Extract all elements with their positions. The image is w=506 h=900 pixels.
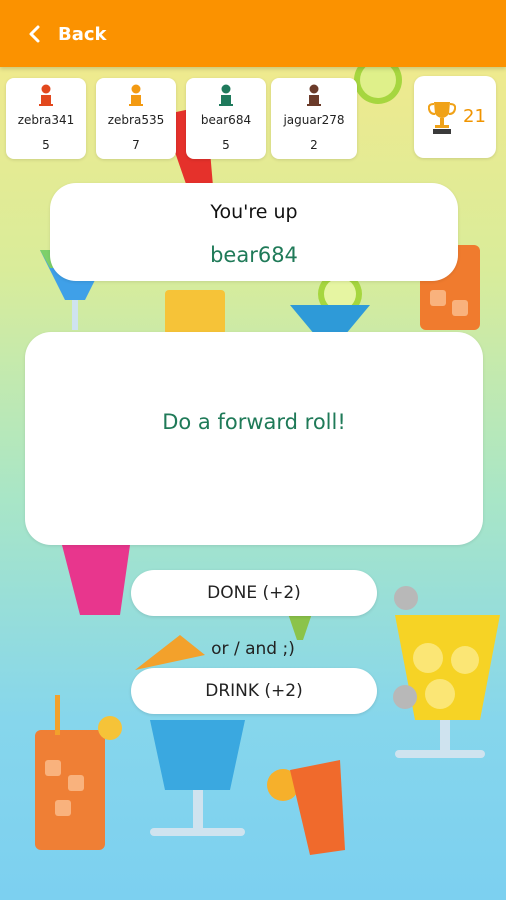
pawn-icon [219,84,233,106]
current-player-name: bear684 [210,243,298,267]
player-card-zebra535: zebra535 7 [96,78,176,159]
goal-score-value: 21 [463,106,486,127]
player-name: bear684 [200,113,252,127]
player-card-zebra341: zebra341 5 [6,78,86,159]
drink-button[interactable]: DRINK (+2) [131,668,377,714]
pawn-icon [307,84,321,106]
pawn-icon [39,84,53,106]
or-and-label: or / and ;) [211,639,295,659]
pawn-icon [129,84,143,106]
player-score: 2 [310,138,318,152]
back-label: Back [58,23,107,45]
player-score: 5 [222,138,230,152]
player-name: zebra341 [17,113,75,127]
player-score: 7 [132,138,140,152]
player-card-bear684: bear684 5 [186,78,266,159]
task-text: Do a forward roll! [162,410,346,434]
player-card-jaguar278: jaguar278 2 [271,78,357,159]
done-button[interactable]: DONE (+2) [131,570,377,616]
turn-label: You're up [210,201,298,223]
player-score: 5 [42,138,50,152]
chevron-left-icon [29,25,40,43]
task-card: Do a forward roll! [25,332,483,545]
goal-score-card: 21 [414,76,496,158]
player-name: zebra535 [107,113,165,127]
player-name: jaguar278 [283,113,345,127]
back-button[interactable]: Back [24,20,107,48]
trophy-icon [428,102,456,134]
app-header: Back [0,0,506,67]
current-turn-card: You're up bear684 [50,183,458,281]
